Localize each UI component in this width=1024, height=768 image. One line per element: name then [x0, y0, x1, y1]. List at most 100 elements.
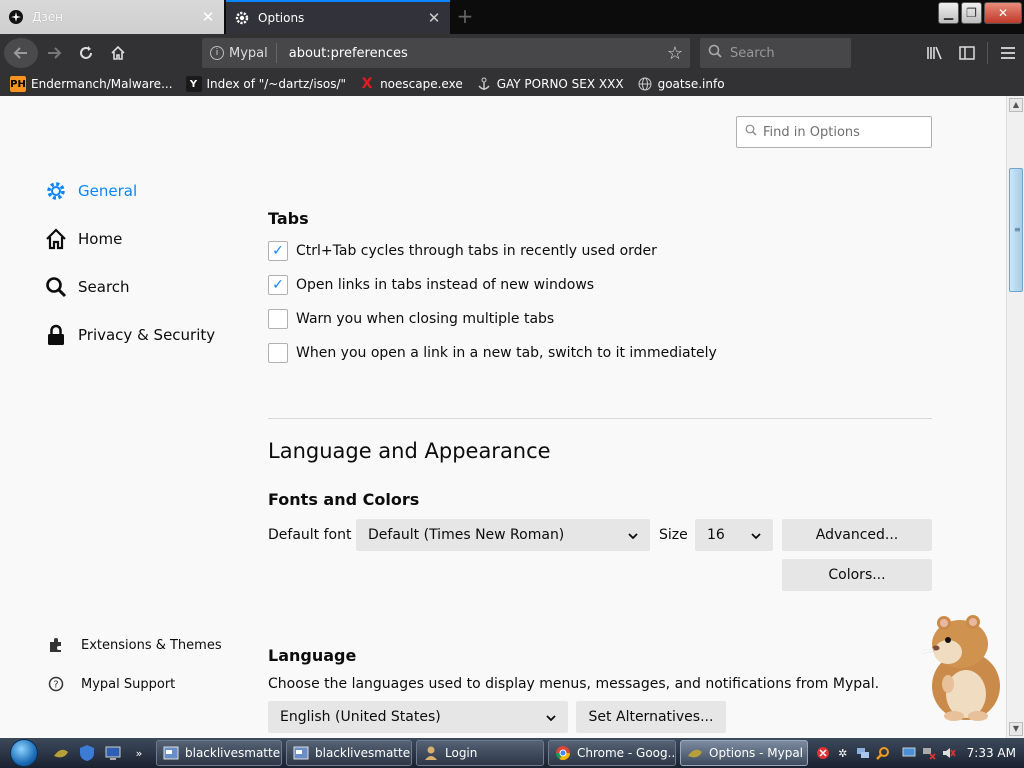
category-label: General — [78, 182, 138, 200]
category-home[interactable]: Home — [44, 227, 122, 251]
home-button[interactable] — [102, 37, 134, 69]
tray-magnifier-icon[interactable] — [875, 745, 891, 761]
find-in-options-input[interactable]: Find in Options — [736, 116, 932, 148]
tray-tools-icon[interactable]: ✲ — [835, 745, 851, 761]
info-icon: i — [210, 46, 224, 60]
taskbar-item[interactable]: blacklivesmatte... — [156, 740, 282, 766]
back-button[interactable] — [4, 38, 38, 68]
language-select[interactable]: English (United States) — [268, 701, 568, 733]
scrollbar-thumb[interactable]: ≡ — [1009, 168, 1023, 292]
category-general[interactable]: General — [44, 179, 137, 203]
tray-network-disconnected-icon[interactable] — [921, 745, 937, 761]
option-label: Open links in tabs instead of new window… — [296, 277, 595, 293]
tab-title: Дзен — [32, 10, 63, 24]
taskbar-item[interactable]: blacklivesmatte... — [286, 740, 412, 766]
task-label: blacklivesmatte... — [315, 746, 412, 760]
category-search[interactable]: Search — [44, 275, 130, 299]
minimize-button[interactable]: ▁ — [938, 2, 959, 24]
chrome-icon — [555, 745, 571, 761]
select-value: English (United States) — [280, 709, 441, 725]
advanced-fonts-button[interactable]: Advanced... — [782, 519, 932, 551]
language-appearance-heading: Language and Appearance — [268, 439, 551, 463]
bookmark-item[interactable]: goatse.info — [637, 76, 725, 92]
bookmark-item[interactable]: GAY PORNO SEX XXX — [476, 76, 624, 92]
close-icon[interactable]: ✕ — [426, 9, 442, 27]
bookmark-item[interactable]: PH Endermanch/Malware... — [10, 76, 173, 92]
restore-button[interactable]: ❐ — [961, 2, 982, 24]
library-button[interactable] — [919, 37, 951, 69]
scroll-down-arrow-icon[interactable]: ▼ — [1009, 722, 1023, 736]
footer-link-label: Extensions & Themes — [81, 637, 222, 653]
tab-strip: Дзен ✕ Options ✕ + ▁ ❐ ✕ — [0, 0, 1024, 34]
quicklaunch-mypal-icon[interactable] — [50, 742, 72, 764]
tab-options[interactable]: Options ✕ — [226, 0, 450, 34]
category-privacy[interactable]: Privacy & Security — [44, 323, 215, 347]
set-alternatives-button[interactable]: Set Alternatives... — [576, 701, 726, 733]
select-value: 16 — [707, 527, 725, 543]
help-icon: ? — [47, 675, 65, 693]
site-identity[interactable]: i Mypal — [202, 43, 277, 63]
taskbar-item[interactable]: Login — [416, 740, 544, 766]
select-value: Default (Times New Roman) — [368, 527, 565, 543]
option-ctrl-tab[interactable]: ✓ Ctrl+Tab cycles through tabs in recent… — [268, 241, 657, 261]
tabs-heading: Tabs — [268, 209, 309, 228]
option-label: When you open a link in a new tab, switc… — [296, 345, 717, 361]
scroll-up-arrow-icon[interactable]: ▲ — [1009, 98, 1023, 112]
quicklaunch-more-icon[interactable]: » — [128, 742, 150, 764]
fonts-colors-heading: Fonts and Colors — [268, 490, 420, 509]
close-window-button[interactable]: ✕ — [984, 2, 1022, 24]
bookmark-label: Index of "/~dartz/isos/" — [206, 77, 347, 91]
extensions-themes-link[interactable]: Extensions & Themes — [44, 636, 222, 654]
search-icon — [44, 275, 68, 299]
bookmark-label: GAY PORNO SEX XXX — [496, 77, 624, 91]
search-placeholder: Search — [730, 45, 775, 61]
default-font-select[interactable]: Default (Times New Roman) — [356, 519, 650, 551]
chevron-down-icon — [628, 529, 638, 542]
reload-button[interactable] — [70, 37, 102, 69]
windows-taskbar: » blacklivesmatte... blacklivesmatte... … — [0, 738, 1024, 768]
quicklaunch-monitor-icon[interactable] — [102, 742, 124, 764]
colors-button[interactable]: Colors... — [782, 559, 932, 591]
option-switch-to-new-tab[interactable]: When you open a link in a new tab, switc… — [268, 343, 717, 363]
anchor-favicon-icon — [476, 76, 492, 92]
quicklaunch-shield-icon[interactable] — [76, 742, 98, 764]
tab-zen[interactable]: Дзен ✕ — [0, 0, 224, 34]
url-bar[interactable]: i Mypal about:preferences ☆ — [202, 38, 690, 68]
checkbox-unchecked[interactable] — [268, 343, 288, 363]
start-button[interactable] — [0, 738, 48, 768]
language-heading: Language — [268, 646, 357, 665]
bookmark-star-icon[interactable]: ☆ — [660, 43, 690, 64]
search-bar[interactable]: Search — [700, 38, 851, 68]
section-divider — [268, 418, 932, 419]
lock-icon — [44, 323, 68, 347]
bookmark-item[interactable]: Y Index of "/~dartz/isos/" — [185, 76, 347, 92]
tray-network-icon[interactable] — [855, 745, 871, 761]
url-text[interactable]: about:preferences — [277, 46, 660, 61]
window-icon — [163, 745, 179, 761]
new-tab-button[interactable]: + — [454, 6, 476, 28]
tray-display-icon[interactable] — [901, 745, 917, 761]
option-open-links-in-tabs[interactable]: ✓ Open links in tabs instead of new wind… — [268, 275, 594, 295]
taskbar-item-active[interactable]: Options - Mypal — [680, 740, 808, 766]
size-label: Size — [659, 527, 688, 543]
checkbox-checked[interactable]: ✓ — [268, 275, 288, 295]
tray-volume-muted-icon[interactable] — [941, 745, 957, 761]
mypal-support-link[interactable]: ? Mypal Support — [44, 675, 175, 693]
close-icon[interactable]: ✕ — [200, 8, 216, 26]
forward-button[interactable] — [38, 37, 70, 69]
home-icon — [44, 227, 68, 251]
mypal-icon — [687, 745, 703, 761]
checkbox-checked[interactable]: ✓ — [268, 241, 288, 261]
checkbox-unchecked[interactable] — [268, 309, 288, 329]
toolbar-right — [919, 34, 1024, 72]
sidebar-button[interactable] — [951, 37, 983, 69]
library-icon — [927, 46, 942, 60]
option-warn-closing-tabs[interactable]: Warn you when closing multiple tabs — [268, 309, 554, 329]
tray-stop-icon[interactable] — [815, 745, 831, 761]
clock[interactable]: 7:33 AM — [967, 746, 1016, 760]
vertical-scrollbar[interactable]: ▲ ≡ ▼ — [1006, 96, 1024, 738]
bookmark-item[interactable]: X noescape.exe — [359, 76, 463, 92]
taskbar-item[interactable]: Chrome - Goog... — [548, 740, 676, 766]
font-size-select[interactable]: 16 — [695, 519, 773, 551]
menu-button[interactable] — [992, 37, 1024, 69]
